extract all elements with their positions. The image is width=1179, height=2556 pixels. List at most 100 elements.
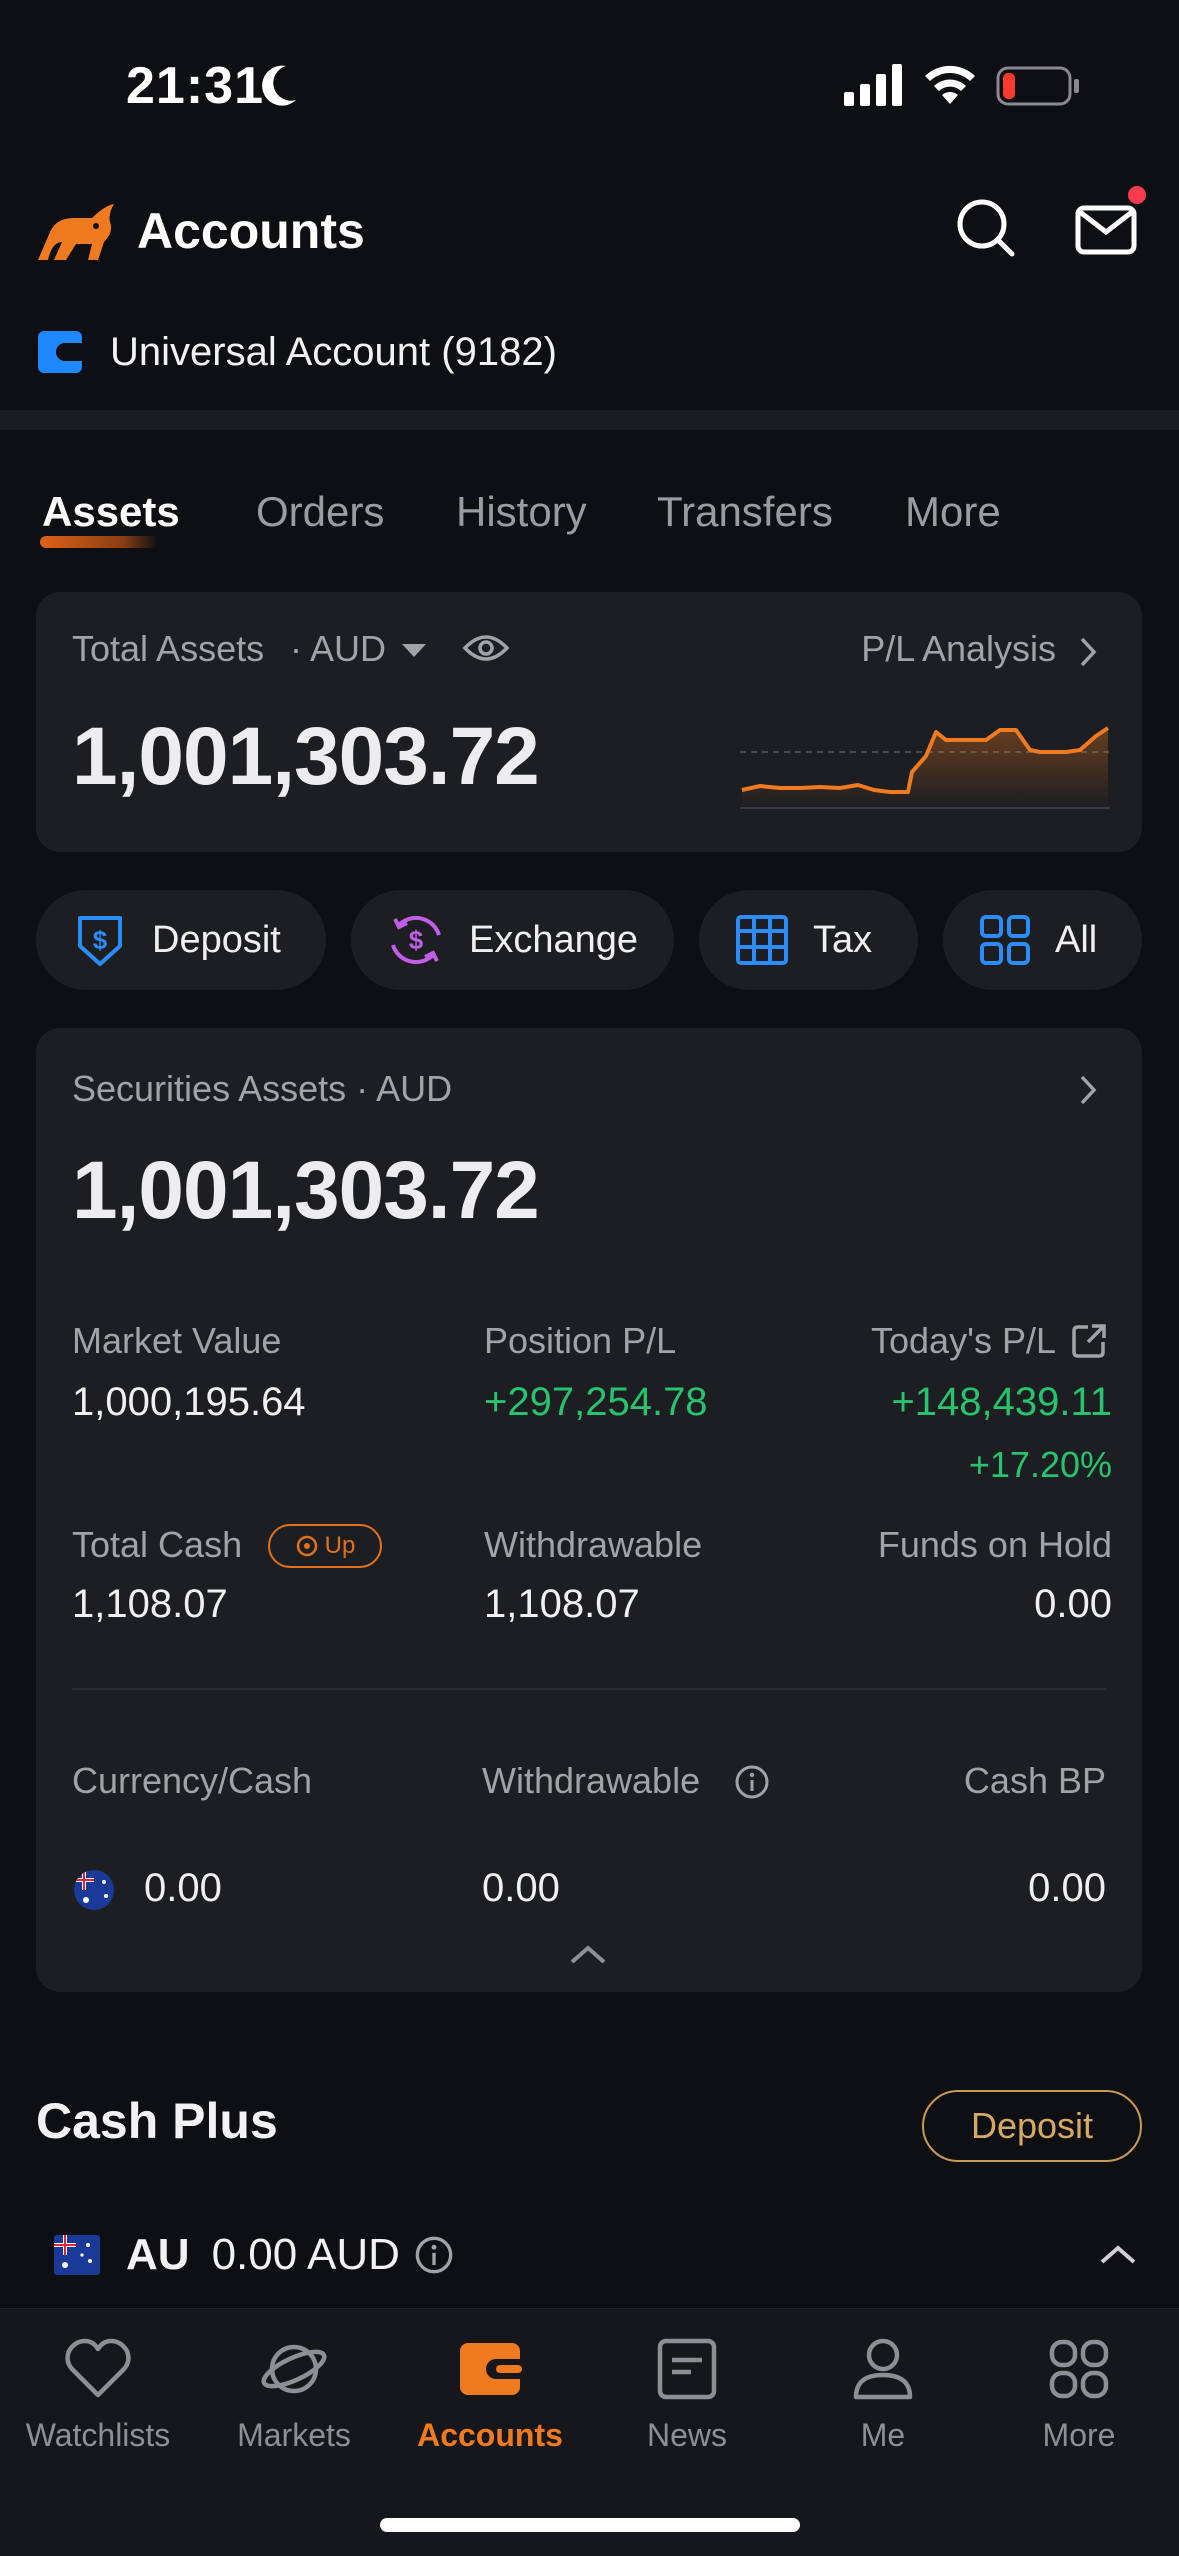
tab-assets[interactable]: Assets: [42, 488, 180, 536]
nav-me-label: Me: [860, 2417, 906, 2453]
cash-plus-title: Cash Plus: [36, 2093, 278, 2149]
bull-logo-icon: [38, 204, 114, 260]
chevron-right-icon[interactable]: [1078, 1074, 1098, 1106]
nav-news[interactable]: News: [589, 2329, 785, 2454]
currency-cash-value: 0.00: [144, 1866, 222, 1910]
moon-icon: [262, 65, 296, 106]
account-selector[interactable]: Universal Account (9182): [38, 322, 557, 382]
currency-cash-label: Currency/Cash: [72, 1760, 313, 1801]
info-icon[interactable]: [414, 2235, 454, 2275]
planet-icon: [196, 2329, 392, 2409]
deposit-button[interactable]: $ Deposit: [36, 890, 326, 990]
account-name: Universal Account (9182): [110, 329, 557, 374]
heart-icon: [0, 2329, 196, 2409]
exchange-button[interactable]: $ Exchange: [351, 890, 674, 990]
funds-on-hold-label: Funds on Hold: [877, 1524, 1112, 1565]
cash-bp-value: 0.00: [1028, 1866, 1106, 1910]
cash-plus-deposit-button[interactable]: Deposit: [922, 2090, 1142, 2162]
cash-plus-currency-code: AU: [126, 2230, 190, 2279]
total-assets-value: 1,001,303.72: [72, 711, 540, 802]
withdrawable-label: Withdrawable: [484, 1524, 703, 1565]
todays-pl-value: +148,439.11: [891, 1380, 1112, 1424]
australia-flag-icon: [54, 2235, 100, 2275]
withdrawable-header-label: Withdrawable: [482, 1760, 701, 1801]
nav-watchlists[interactable]: Watchlists: [0, 2329, 196, 2454]
caret-down-icon[interactable]: [402, 644, 426, 657]
app-header: Accounts: [0, 180, 1179, 290]
todays-pl-label: Today's P/L: [871, 1320, 1056, 1361]
nav-markets[interactable]: Markets: [196, 2329, 392, 2454]
all-label: All: [1055, 918, 1098, 961]
chevron-up-icon[interactable]: [1098, 2242, 1138, 2266]
currency-withdrawable-value: 0.00: [482, 1866, 560, 1910]
nav-me[interactable]: Me: [785, 2329, 981, 2454]
cash-bp-label: Cash BP: [963, 1760, 1106, 1801]
cash-plus-amount: 0.00 AUD: [211, 2230, 400, 2279]
todays-pl-percent: +17.20%: [968, 1444, 1112, 1485]
total-cash-label: Total Cash: [72, 1524, 243, 1565]
chevron-up-icon[interactable]: [568, 1942, 608, 1966]
tab-more[interactable]: More: [905, 488, 1001, 536]
info-icon[interactable]: [734, 1764, 770, 1800]
eye-icon[interactable]: [462, 630, 510, 666]
securities-assets-card[interactable]: Securities Assets · AUD 1,001,303.72 Mar…: [36, 1028, 1142, 1992]
clover-grid-icon: [981, 2329, 1177, 2409]
nav-accounts[interactable]: Accounts: [392, 2329, 588, 2454]
all-actions-button[interactable]: All: [943, 890, 1142, 990]
table-icon: [735, 914, 789, 966]
tab-history[interactable]: History: [456, 488, 587, 536]
securities-assets-value: 1,001,303.72: [72, 1145, 540, 1236]
active-tab-indicator: [40, 536, 158, 548]
grid-icon: [979, 914, 1031, 966]
tax-label: Tax: [813, 918, 873, 961]
battery-low-icon: [996, 66, 1079, 106]
person-icon: [785, 2329, 981, 2409]
securities-assets-label: Securities Assets · AUD: [72, 1068, 453, 1109]
nav-more-label: More: [1042, 2417, 1116, 2453]
section-divider: [0, 410, 1179, 430]
wallet-icon: [38, 331, 82, 373]
market-value-label: Market Value: [72, 1320, 282, 1361]
pl-analysis-link[interactable]: P/L Analysis: [861, 628, 1056, 670]
news-icon: [589, 2329, 785, 2409]
cash-plus-au-row[interactable]: AU 0.00 AUD: [54, 2222, 454, 2288]
svg-text:$: $: [93, 925, 108, 955]
quick-actions: $ Deposit $ Exchange Tax All: [0, 890, 1179, 990]
nav-watchlists-label: Watchlists: [25, 2417, 171, 2453]
withdrawable-value: 1,108.07: [484, 1582, 640, 1626]
pl-sparkline: [740, 726, 1110, 809]
deposit-label: Deposit: [152, 918, 281, 961]
total-assets-label: Total Assets: [72, 628, 265, 669]
position-pl-label: Position P/L: [484, 1320, 677, 1361]
nav-more[interactable]: More: [981, 2329, 1177, 2454]
wallet-icon: [392, 2329, 588, 2409]
search-icon[interactable]: [954, 196, 1018, 260]
status-bar: 21:31: [0, 0, 1179, 170]
share-icon[interactable]: [1070, 1322, 1108, 1360]
tax-button[interactable]: Tax: [699, 890, 918, 990]
cash-up-badge[interactable]: Up: [268, 1524, 382, 1568]
total-cash-value: 1,108.07: [72, 1582, 228, 1626]
svg-text:$: $: [409, 925, 424, 955]
wifi-icon: [925, 65, 975, 104]
nav-news-label: News: [646, 2417, 727, 2453]
total-assets-card[interactable]: Total Assets · AUD P/L Analysis 1,001,30…: [36, 592, 1142, 852]
notification-dot: [1128, 186, 1146, 204]
shield-dollar-icon: $: [72, 912, 128, 968]
exchange-icon: $: [387, 911, 445, 969]
nav-markets-label: Markets: [237, 2417, 351, 2453]
australia-flag-icon: [74, 1870, 114, 1910]
up-badge-label: Up: [324, 1532, 356, 1559]
home-indicator[interactable]: [380, 2518, 800, 2532]
chevron-right-icon[interactable]: [1078, 636, 1098, 668]
currency-selector[interactable]: · AUD: [290, 628, 386, 670]
tab-transfers[interactable]: Transfers: [657, 488, 833, 536]
cellular-signal-icon: [844, 64, 902, 106]
boost-icon: [296, 1535, 317, 1557]
position-pl-value: +297,254.78: [484, 1380, 708, 1424]
mail-icon[interactable]: [1074, 198, 1138, 262]
status-time: 21:31: [126, 57, 264, 115]
tab-orders[interactable]: Orders: [256, 488, 384, 536]
funds-on-hold-value: 0.00: [1034, 1582, 1112, 1626]
exchange-label: Exchange: [469, 918, 639, 961]
